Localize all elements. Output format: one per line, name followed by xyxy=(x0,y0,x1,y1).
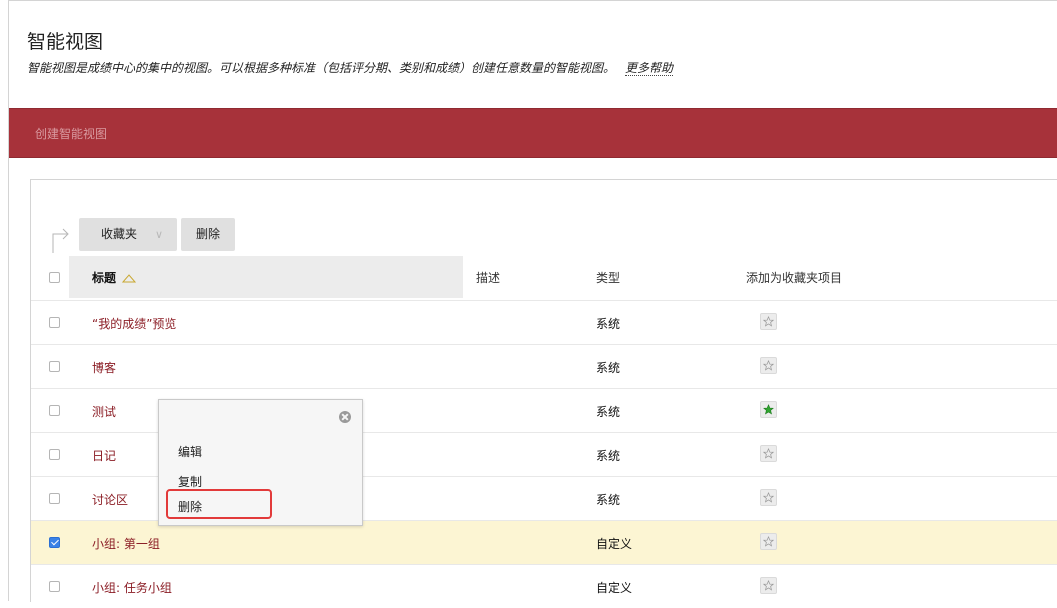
delete-highlight-box xyxy=(166,489,272,519)
page-description: 智能视图是成绩中心的集中的视图。可以根据多种标准（包括评分期、类别和成绩）创建任… xyxy=(27,59,674,76)
favorite-toggle[interactable] xyxy=(760,533,777,550)
favorite-toggle[interactable] xyxy=(760,357,777,374)
row-type: 自定义 xyxy=(596,537,633,551)
table-row: 博客 系统 xyxy=(31,344,1057,388)
row-checkbox[interactable] xyxy=(49,581,60,592)
favorite-toggle[interactable] xyxy=(760,313,777,330)
row-type: 系统 xyxy=(596,361,621,375)
row-title-link[interactable]: 博客 xyxy=(92,359,116,376)
row-context-menu: 编辑 复制 删除 xyxy=(158,399,363,526)
favorite-toggle[interactable] xyxy=(760,445,777,462)
row-title-link[interactable]: 小组: 任务小组 xyxy=(92,579,172,596)
sort-up-triangle-icon xyxy=(122,274,137,283)
row-checkbox[interactable] xyxy=(49,405,60,416)
page-description-text: 智能视图是成绩中心的集中的视图。可以根据多种标准（包括评分期、类别和成绩）创建任… xyxy=(27,61,616,75)
menu-item-edit[interactable]: 编辑 xyxy=(178,443,202,460)
type-column-header: 类型 xyxy=(596,271,621,285)
row-type: 系统 xyxy=(596,317,621,331)
row-title-link[interactable]: 日记 xyxy=(92,447,116,464)
description-column-header: 描述 xyxy=(476,271,501,285)
star-icon xyxy=(763,404,774,415)
favorite-toggle[interactable] xyxy=(760,401,777,418)
title-column-label: 标题 xyxy=(92,271,117,285)
star-icon xyxy=(763,448,774,459)
star-icon xyxy=(763,492,774,503)
table-row-selected: 小组: 第一组 自定义 xyxy=(31,520,1057,564)
row-checkbox[interactable] xyxy=(49,493,60,504)
row-title-link[interactable]: 讨论区 xyxy=(92,491,128,508)
menu-item-copy[interactable]: 复制 xyxy=(178,473,202,490)
row-title-link[interactable]: 小组: 第一组 xyxy=(92,535,160,552)
row-checkbox[interactable] xyxy=(49,317,60,328)
delete-button[interactable]: 删除 xyxy=(181,218,235,251)
row-title-link[interactable]: “我的成绩”预览 xyxy=(92,315,176,332)
row-type: 自定义 xyxy=(596,581,633,595)
more-help-link[interactable]: 更多帮助 xyxy=(625,61,674,76)
action-bar: 创建智能视图 xyxy=(9,108,1057,158)
row-type: 系统 xyxy=(596,449,621,463)
page-title: 智能视图 xyxy=(27,31,104,53)
row-title-link[interactable]: 测试 xyxy=(92,403,116,420)
row-checkbox[interactable] xyxy=(49,361,60,372)
row-checkbox[interactable] xyxy=(49,449,60,460)
favorite-toggle[interactable] xyxy=(760,577,777,594)
star-icon xyxy=(763,536,774,547)
close-circle-icon[interactable] xyxy=(339,411,351,423)
row-type: 系统 xyxy=(596,405,621,419)
table-row: 小组: 任务小组 自定义 xyxy=(31,564,1057,608)
create-smart-view-button[interactable]: 创建智能视图 xyxy=(35,125,107,142)
star-icon xyxy=(763,316,774,327)
favorites-dropdown-button[interactable]: 收藏夹 ∨ xyxy=(79,218,177,251)
table-row: “我的成绩”预览 系统 xyxy=(31,300,1057,344)
smart-views-panel: 收藏夹 ∨ 删除 标题 描述 类型 添加为收藏夹项目 “我的成绩”预览 系统 博… xyxy=(30,179,1057,602)
row-type: 系统 xyxy=(596,493,621,507)
favorite-column-header: 添加为收藏夹项目 xyxy=(746,271,843,285)
row-checkbox[interactable] xyxy=(49,537,60,548)
star-icon xyxy=(763,360,774,371)
title-column-header[interactable]: 标题 xyxy=(92,269,137,286)
select-all-checkbox[interactable] xyxy=(49,272,60,283)
chevron-down-icon: ∨ xyxy=(155,228,164,241)
bulk-action-arrow-icon xyxy=(52,228,69,253)
star-icon xyxy=(763,580,774,591)
favorite-toggle[interactable] xyxy=(760,489,777,506)
favorites-label: 收藏夹 xyxy=(101,227,138,241)
table-header: 标题 描述 类型 添加为收藏夹项目 xyxy=(31,256,1057,298)
